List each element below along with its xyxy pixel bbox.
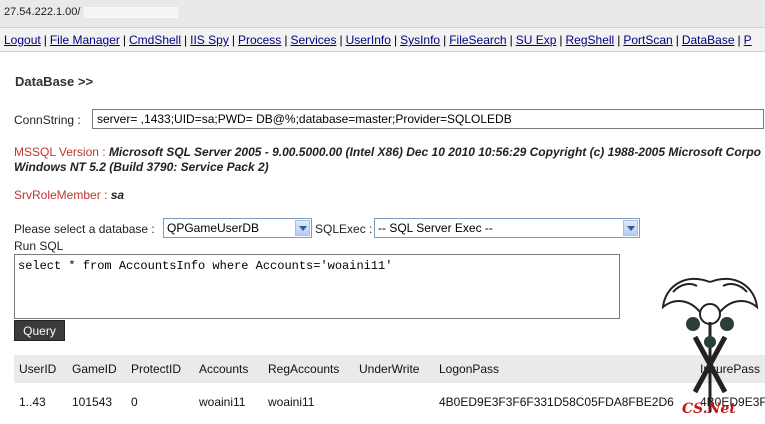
nav-process[interactable]: Process xyxy=(238,33,281,47)
database-select-value: QPGameUserDB xyxy=(167,221,260,235)
results-header: UserID GameID ProtectID Accounts RegAcco… xyxy=(14,355,765,383)
page-title: DataBase >> xyxy=(15,74,94,89)
table-cell: 0 xyxy=(131,395,138,409)
sql-textarea[interactable]: select * from AccountsInfo where Account… xyxy=(14,254,620,319)
sqlexec-select[interactable]: -- SQL Server Exec -- xyxy=(374,218,640,238)
nav-bar: Logout | File Manager | CmdShell | IIS Spy | Pro… xyxy=(0,28,765,52)
table-cell: 1..43 xyxy=(19,395,46,409)
mssql-version-os: Windows NT 5.2 (Build 3790: Service Pack… xyxy=(14,160,269,174)
database-select[interactable]: QPGameUserDB xyxy=(163,218,312,238)
nav-userinfo[interactable]: UserInfo xyxy=(346,33,391,47)
host-info-text: 27.54.222.1.00/ xyxy=(4,6,81,18)
nav-database[interactable]: DataBase xyxy=(682,33,735,47)
column-header: LogonPass xyxy=(439,362,500,376)
srvrole-member: SrvRoleMember : sa xyxy=(14,188,124,202)
table-row: 1..43 101543 0 woaini11 woaini11 4B0ED9E… xyxy=(14,387,765,421)
mssql-version-value: Microsoft SQL Server 2005 - 9.00.5000.00… xyxy=(108,145,761,159)
column-header: ProtectID xyxy=(131,362,182,376)
nav-more[interactable]: P xyxy=(744,33,752,47)
chevron-down-icon[interactable] xyxy=(623,220,638,236)
srvrole-label: SrvRoleMember : xyxy=(14,188,108,202)
mssql-version-label: MSSQL Version : xyxy=(14,145,106,159)
column-header: UserID xyxy=(19,362,57,376)
redacted-block xyxy=(84,6,179,18)
column-header: GameID xyxy=(72,362,117,376)
connstring-label: ConnString : xyxy=(14,113,81,127)
nav-su-exp[interactable]: SU Exp xyxy=(516,33,557,47)
table-cell: woaini11 xyxy=(268,395,315,409)
watermark-text: CS.Net xyxy=(682,401,736,417)
top-bar: 27.54.222.1.00/ xyxy=(0,0,765,28)
table-cell: 4B0ED9E3F3F6F331D58C05FDA8FBE2D6 xyxy=(439,395,674,409)
srvrole-value: sa xyxy=(110,188,125,202)
nav-portscan[interactable]: PortScan xyxy=(623,33,672,47)
watermark-logo-icon xyxy=(661,277,759,412)
host-info: 27.54.222.1.00/ xyxy=(4,6,179,18)
connstring-input[interactable]: server= ,1433;UID=sa;PWD= DB@%;database=… xyxy=(92,109,764,129)
nav-sysinfo[interactable]: SysInfo xyxy=(400,33,440,47)
column-header: Accounts xyxy=(199,362,249,376)
nav-file-manager[interactable]: File Manager xyxy=(50,33,120,47)
nav-cmdshell[interactable]: CmdShell xyxy=(129,33,181,47)
query-button[interactable]: Query xyxy=(14,320,65,341)
chevron-down-icon[interactable] xyxy=(295,220,310,236)
nav-iis-spy[interactable]: IIS Spy xyxy=(190,33,229,47)
nav-logout[interactable]: Logout xyxy=(4,33,41,47)
sqlexec-label: SQLExec : xyxy=(315,222,373,236)
nav-services[interactable]: Services xyxy=(290,33,336,47)
nav-filesearch[interactable]: FileSearch xyxy=(449,33,506,47)
table-cell: 101543 xyxy=(72,395,113,409)
run-sql-label: Run SQL xyxy=(14,239,64,253)
column-header: UnderWrite xyxy=(359,362,420,376)
nav-regshell[interactable]: RegShell xyxy=(566,33,615,47)
table-cell: woaini11 xyxy=(199,395,246,409)
sqlexec-select-value: -- SQL Server Exec -- xyxy=(378,221,493,235)
database-select-label: Please select a database : xyxy=(14,222,155,236)
column-header: RegAccounts xyxy=(268,362,340,376)
mssql-version: MSSQL Version : Microsoft SQL Server 200… xyxy=(14,145,761,159)
nav-links: Logout | File Manager | CmdShell | IIS Spy | Pro… xyxy=(4,33,752,47)
